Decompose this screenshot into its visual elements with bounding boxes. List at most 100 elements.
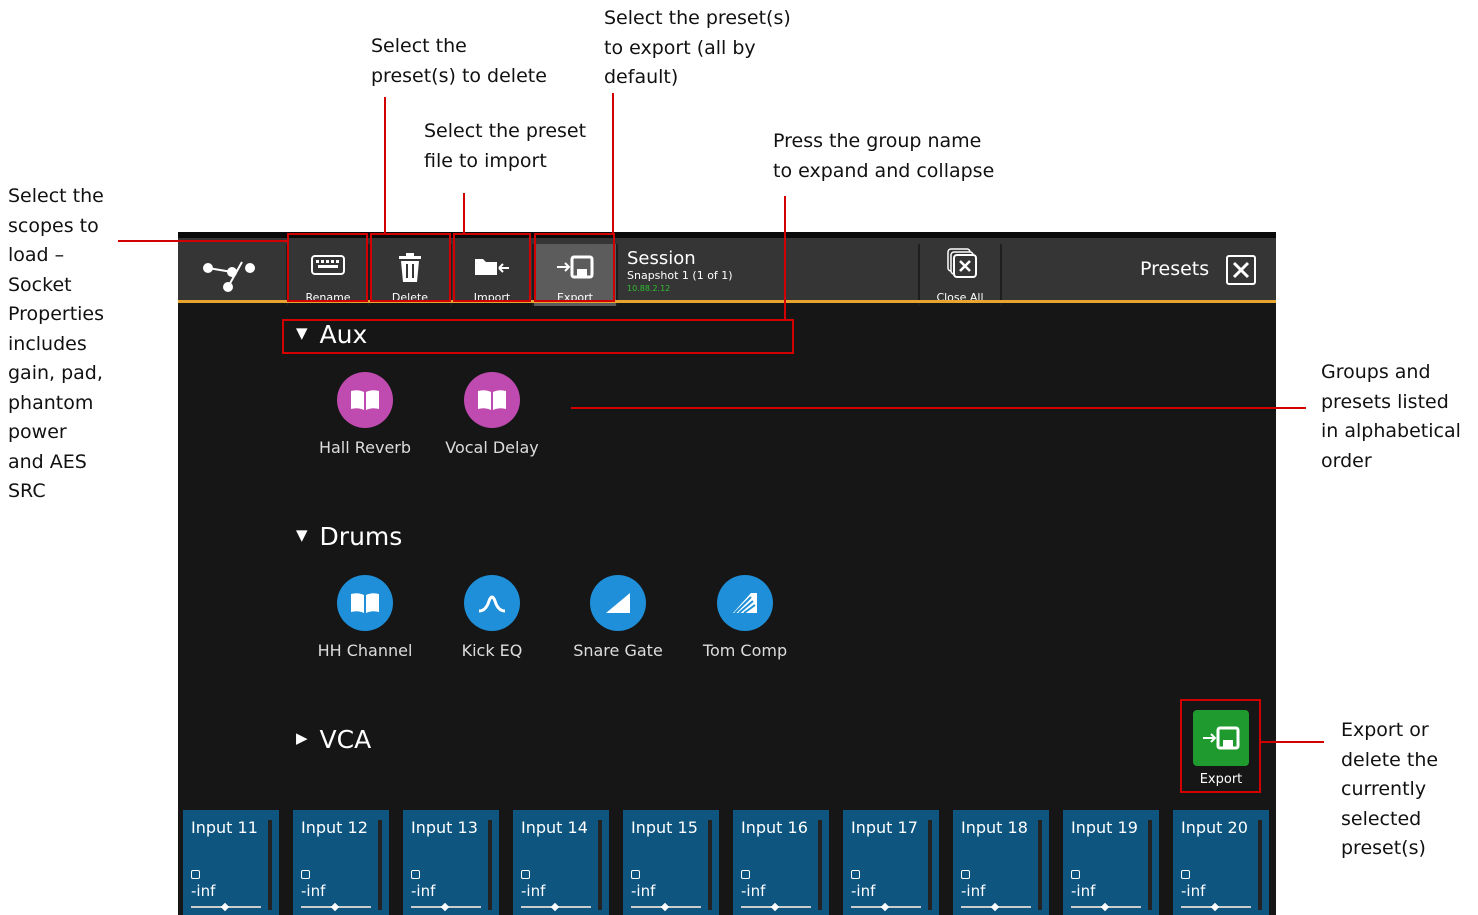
callout-line-scopes (118, 240, 288, 242)
session-title: Session (627, 248, 696, 269)
fader[interactable] (1071, 902, 1141, 912)
callout-box-import (453, 233, 531, 302)
gate-icon (590, 575, 646, 631)
channel-strip[interactable]: Input 16 -inf (733, 810, 829, 915)
level-meter (1038, 820, 1042, 910)
strip-level: -inf (851, 882, 876, 900)
strip-name: Input 11 (191, 818, 258, 837)
channel-strip[interactable]: Input 18 -inf (953, 810, 1049, 915)
home-button[interactable] (178, 244, 286, 306)
callout-line-list (571, 407, 1306, 409)
close-icon (1232, 261, 1250, 279)
strip-level: -inf (741, 882, 766, 900)
preset-label: Tom Comp (702, 641, 788, 660)
fader[interactable] (741, 902, 811, 912)
strip-name: Input 15 (631, 818, 698, 837)
fader-knob[interactable] (440, 902, 450, 912)
fader-knob[interactable] (220, 902, 230, 912)
group-name: Drums (319, 522, 403, 551)
fader[interactable] (1181, 902, 1251, 912)
level-meter (928, 820, 932, 910)
group-header-drums[interactable]: ▼ Drums (296, 522, 402, 551)
callout-line-export-delete (1260, 741, 1324, 743)
session-info: Session Snapshot 1 (1 of 1) 10.88.2.12 (627, 248, 733, 293)
fader-knob[interactable] (770, 902, 780, 912)
link-icon (851, 870, 860, 879)
fader[interactable] (191, 902, 261, 912)
strip-name: Input 16 (741, 818, 808, 837)
strip-level: -inf (301, 882, 326, 900)
level-meter (818, 820, 822, 910)
channel-strip[interactable]: Input 15 -inf (623, 810, 719, 915)
strip-level: -inf (191, 882, 216, 900)
callout-line-export (612, 93, 614, 234)
link-icon (191, 870, 200, 879)
preset-label: Hall Reverb (318, 438, 412, 457)
preset-item[interactable]: Kick EQ (432, 575, 552, 660)
callout-box-export-selected (1180, 699, 1261, 793)
annotation-export-delete: Export or delete the currently selected … (1341, 719, 1439, 859)
fader[interactable] (521, 902, 591, 912)
session-ip: 10.88.2.12 (627, 284, 671, 293)
preset-label: Snare Gate (573, 641, 663, 660)
level-meter (598, 820, 602, 910)
level-meter (1258, 820, 1262, 910)
fader-knob[interactable] (660, 902, 670, 912)
expanded-triangle-icon: ▼ (296, 526, 308, 544)
link-icon (411, 870, 420, 879)
callout-box-rename (287, 233, 368, 302)
channel-strip[interactable]: Input 20 -inf (1173, 810, 1269, 915)
callout-box-export (534, 233, 615, 302)
close-panel-button[interactable] (1226, 255, 1256, 285)
annotation-export: Select the preset(s) to export (all by d… (604, 7, 791, 88)
panel-title: Presets (1140, 258, 1210, 280)
fader-knob[interactable] (550, 902, 560, 912)
channel-strip[interactable]: Input 11 -inf (183, 810, 279, 915)
channel-strip[interactable]: Input 14 -inf (513, 810, 609, 915)
level-meter (488, 820, 492, 910)
fader-knob[interactable] (1210, 902, 1220, 912)
close-all-button[interactable]: Close All (920, 244, 1000, 306)
group-header-vca[interactable]: ▶ VCA (296, 725, 371, 754)
fader-knob[interactable] (1100, 902, 1110, 912)
fader[interactable] (631, 902, 701, 912)
close-all-icon (947, 248, 977, 278)
strip-level: -inf (521, 882, 546, 900)
level-meter (1148, 820, 1152, 910)
annotation-import: Select the preset file to import (424, 120, 587, 172)
strip-level: -inf (1071, 882, 1096, 900)
preset-item[interactable]: Tom Comp (685, 575, 805, 660)
collapsed-triangle-icon: ▶ (296, 729, 308, 747)
fader[interactable] (961, 902, 1031, 912)
preset-item[interactable]: Hall Reverb (305, 372, 425, 457)
toolbar-divider (616, 244, 618, 306)
fader[interactable] (411, 902, 481, 912)
book-icon (464, 372, 520, 428)
callout-line-delete (384, 97, 386, 234)
fader[interactable] (301, 902, 371, 912)
callout-line-group (784, 196, 786, 320)
link-icon (741, 870, 750, 879)
eq-curve-icon (464, 575, 520, 631)
strip-level: -inf (1181, 882, 1206, 900)
channel-strip[interactable]: Input 12 -inf (293, 810, 389, 915)
strip-name: Input 18 (961, 818, 1028, 837)
fader-knob[interactable] (880, 902, 890, 912)
channel-strip[interactable]: Input 19 -inf (1063, 810, 1159, 915)
fader-knob[interactable] (990, 902, 1000, 912)
fader-knob[interactable] (330, 902, 340, 912)
level-meter (708, 820, 712, 910)
annotation-list: Groups and presets listed in alphabetica… (1321, 361, 1461, 472)
link-icon (521, 870, 530, 879)
channel-strip[interactable]: Input 13 -inf (403, 810, 499, 915)
annotation-delete: Select the preset(s) to delete (371, 35, 547, 87)
link-icon (301, 870, 310, 879)
channel-strip[interactable]: Input 17 -inf (843, 810, 939, 915)
toolbar-divider (1000, 244, 1002, 306)
preset-item[interactable]: Vocal Delay (432, 372, 552, 457)
preset-item[interactable]: Snare Gate (558, 575, 678, 660)
preset-item[interactable]: HH Channel (305, 575, 425, 660)
link-icon (961, 870, 970, 879)
fader[interactable] (851, 902, 921, 912)
preset-label: Vocal Delay (445, 438, 539, 457)
